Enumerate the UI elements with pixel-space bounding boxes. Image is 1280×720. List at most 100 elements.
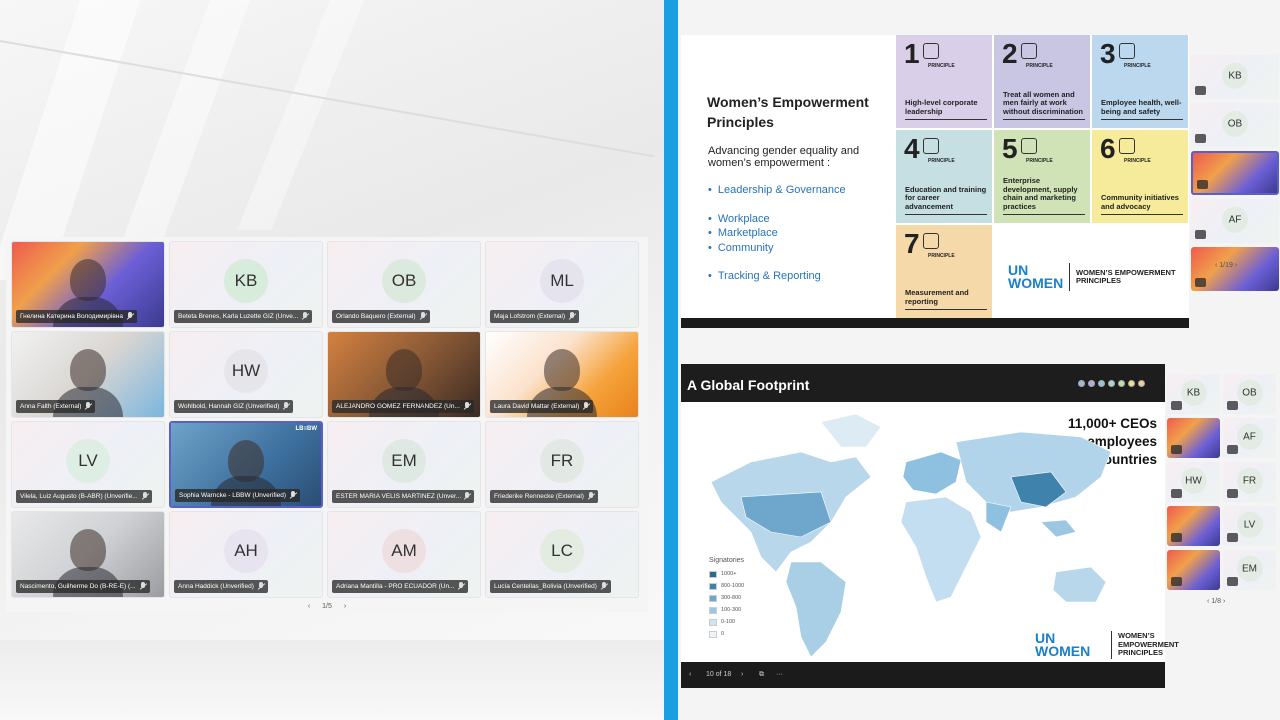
participant-tile[interactable]: LC Lucía Centellas_Bolivia (Unverified)	[485, 511, 639, 598]
participant-tile[interactable]: AF	[1223, 418, 1276, 458]
principle-number: 1	[904, 38, 920, 69]
avatar: AM	[382, 529, 426, 574]
slide-controls: ‹ 10 of 18 › ⧉ ···	[681, 662, 1165, 688]
avatar: AF	[1222, 206, 1248, 233]
map-legend: Signatories 1000+ 800-1000 300-800 100-300 0…	[709, 557, 744, 640]
participant-tile[interactable]: LV Vilela, Luiz Augusto (B-ABR) (Unverifi…	[11, 421, 165, 508]
mic-muted-icon	[126, 312, 134, 321]
slide-title: Women’s Empowerment Principles	[707, 94, 869, 130]
legend-item: 0-100	[709, 616, 744, 628]
participant-tile[interactable]: LV	[1223, 506, 1276, 546]
principle-card: 6 PRINCIPLE Community initiatives and advo…	[1092, 130, 1188, 223]
prev-slide-button[interactable]: ‹	[689, 671, 691, 678]
participant-tile[interactable]: AH Anna Haddick (Unverified)	[169, 511, 323, 598]
mic-muted-icon	[84, 402, 92, 411]
mic-muted-icon	[1171, 533, 1182, 542]
participant-tile[interactable]: KB	[1191, 55, 1279, 99]
participant-tile[interactable]: FR	[1223, 462, 1276, 502]
avatar: OB	[1222, 110, 1248, 137]
side-participant-strip-1: KB OB AF ‹ 1/19 ›	[1191, 55, 1280, 355]
more-options-button[interactable]: ···	[776, 671, 783, 678]
side-pager[interactable]: ‹ 1/8 ›	[1207, 598, 1225, 605]
gallery-page-label: 1/5	[322, 603, 332, 610]
principle-number: 7	[904, 228, 920, 259]
participant-tile[interactable]: Nascimento, Guilherme Do (B-RE-E) (...	[11, 511, 165, 598]
participant-tile[interactable]: OB Orlando Baquero (External)	[327, 241, 481, 328]
participant-tile[interactable]: AM Adriana Mantilla - PRO ECUADOR (Un...	[327, 511, 481, 598]
avatar: KB	[1180, 379, 1207, 406]
avatar: OB	[382, 259, 426, 304]
thumbnails-icon[interactable]: ⧉	[759, 671, 764, 679]
mic-muted-icon	[1171, 445, 1182, 454]
gallery-next-button[interactable]: ›	[344, 603, 346, 610]
principle-icon	[1118, 43, 1135, 59]
participant-tile[interactable]: HW	[1167, 462, 1220, 502]
principle-text: Employee health, well-being and safety	[1101, 98, 1183, 120]
principle-card: 7 PRINCIPLE Measurement and reporting	[896, 225, 992, 318]
gallery-pager: ‹ 1/5 ›	[6, 603, 648, 610]
participant-tile[interactable]: Laura David Mattar (External)	[485, 331, 639, 418]
participant-tile[interactable]: HW Wohlbold, Hannah GIZ (Unverified)	[169, 331, 323, 418]
mic-muted-icon	[463, 492, 471, 501]
mic-muted-icon	[600, 582, 608, 591]
mic-muted-icon	[1171, 577, 1182, 586]
avatar: OB	[1236, 379, 1263, 406]
principle-icon	[922, 138, 939, 154]
participant-tile[interactable]	[1167, 550, 1220, 590]
principle-label: PRINCIPLE	[1026, 63, 1053, 69]
participant-tile[interactable]	[1191, 151, 1279, 195]
participant-tile[interactable]: OB	[1191, 103, 1279, 147]
participant-name: Beteta Brenes, Karla Luzette GIZ (Unve..…	[174, 310, 313, 323]
participant-tile[interactable]: KB Beteta Brenes, Karla Luzette GIZ (Unve…	[169, 241, 323, 328]
side-pager[interactable]: ‹ 1/19 ›	[1215, 262, 1237, 269]
principle-text: Education and training for career advanc…	[905, 185, 987, 215]
participant-name: Maja Lofstrom (External)	[490, 310, 580, 323]
participant-name: Laura David Mattar (External)	[490, 400, 594, 413]
participant-tile[interactable]	[1167, 506, 1220, 546]
participant-tile[interactable]: OB	[1223, 374, 1276, 414]
participant-name: Vilela, Luiz Augusto (B-ABR) (Unverifie.…	[16, 490, 152, 503]
participant-gallery: Гнелина Катерина Володимирівна KB Beteta B…	[6, 237, 648, 612]
principle-icon	[1118, 138, 1135, 154]
participant-tile[interactable]	[1191, 247, 1279, 291]
un-women-logo: UN WOMEN WOMEN’S EMPOWERMENT PRINCIPLES	[1035, 630, 1179, 659]
avatar: LV	[1236, 511, 1263, 538]
avatar: AF	[1236, 423, 1263, 450]
participant-name: Гнелина Катерина Володимирівна	[16, 310, 137, 323]
side-participant-strip-2: KB OB AF HW FR LV EM ‹ 1/8 ›	[1167, 374, 1279, 684]
slide-title: A Global Footprint	[687, 377, 810, 393]
participant-name: ALEJANDRO GOMEZ FERNANDEZ (Un...	[332, 400, 474, 413]
avatar: KB	[1222, 62, 1248, 89]
avatar: AH	[224, 529, 268, 574]
participant-tile[interactable]: EM	[1223, 550, 1276, 590]
legend-item: 800-1000	[709, 580, 744, 592]
mic-muted-icon	[568, 312, 576, 321]
participant-name: Anna Falth (External)	[16, 400, 96, 413]
participant-name: Sophia Warncke - LBBW (Unverified)	[175, 489, 301, 502]
mic-muted-icon	[1227, 401, 1238, 410]
participant-tile[interactable]: Anna Falth (External)	[11, 331, 165, 418]
screen: Гнелина Катерина Володимирівна KB Beteta B…	[0, 0, 1280, 720]
next-slide-button[interactable]: ›	[741, 671, 743, 678]
participant-tile[interactable]: ALEJANDRO GOMEZ FERNANDEZ (Un...	[327, 331, 481, 418]
participant-tile[interactable]: ML Maja Lofstrom (External)	[485, 241, 639, 328]
mic-muted-icon	[1227, 489, 1238, 498]
participant-tile[interactable]	[1167, 418, 1220, 458]
avatar: ML	[540, 259, 584, 304]
participant-tile[interactable]: FR Friederike Rennecke (External)	[485, 421, 639, 508]
principle-number: 3	[1100, 38, 1116, 69]
mic-muted-icon	[139, 582, 147, 591]
un-women-logo: UN WOMEN WOMEN’S EMPOWERMENT PRINCIPLES	[1008, 262, 1176, 291]
participant-tile[interactable]: LB≡BW Sophia Warncke - LBBW (Unverified)	[169, 421, 323, 508]
avatar: HW	[224, 349, 268, 394]
avatar: LC	[540, 529, 584, 574]
participant-tile[interactable]: AF	[1191, 199, 1279, 243]
participant-name: Nascimento, Guilherme Do (B-RE-E) (...	[16, 580, 150, 593]
principle-label: PRINCIPLE	[928, 253, 955, 259]
principle-card: 3 PRINCIPLE Employee health, well-being an…	[1092, 35, 1188, 128]
gallery-prev-button[interactable]: ‹	[308, 603, 310, 610]
participant-tile[interactable]: Гнелина Катерина Володимирівна	[11, 241, 165, 328]
mic-muted-icon	[1171, 489, 1182, 498]
participant-tile[interactable]: EM ESTER MARIA VELIS MARTINEZ (Unver...	[327, 421, 481, 508]
participant-tile[interactable]: KB	[1167, 374, 1220, 414]
